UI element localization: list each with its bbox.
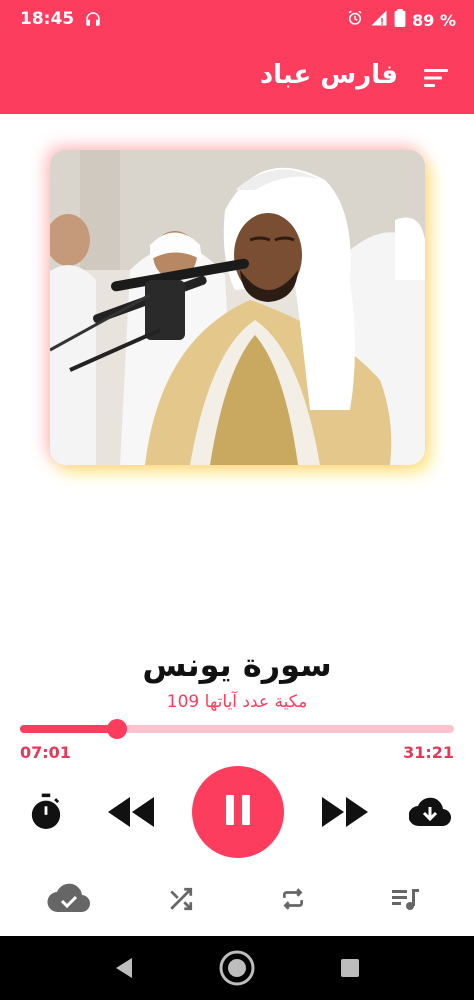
home-icon[interactable]: [219, 950, 255, 986]
cloud-download-icon[interactable]: [406, 790, 454, 834]
signal-icon: [370, 9, 388, 31]
seek-bar[interactable]: [20, 719, 454, 739]
system-nav-bar: [0, 936, 474, 1000]
battery-percent: 89 %: [412, 10, 456, 30]
queue-music-icon[interactable]: [388, 882, 424, 916]
recents-icon[interactable]: [338, 956, 362, 980]
track-subtitle: مكية عدد آياتها 109: [166, 692, 308, 712]
app-bar: فارس عباد: [0, 40, 474, 114]
shuffle-icon[interactable]: [164, 882, 198, 916]
page-title: فارس عباد: [259, 60, 398, 90]
seek-bar-thumb[interactable]: [107, 719, 128, 739]
status-time: 18:45: [20, 9, 75, 29]
headphones-icon: [84, 10, 102, 32]
seek-bar-fill: [20, 725, 118, 733]
cloud-done-icon[interactable]: [46, 880, 92, 916]
reciter-artwork: [50, 150, 425, 465]
fast-forward-icon[interactable]: [318, 790, 372, 834]
alarm-icon: [346, 9, 364, 31]
repeat-icon[interactable]: [276, 882, 310, 916]
pause-icon: [224, 795, 252, 829]
stopwatch-icon[interactable]: [24, 790, 68, 834]
total-time: 31:21: [403, 743, 454, 762]
battery-icon: [394, 9, 406, 31]
sort-menu-icon[interactable]: [424, 68, 450, 88]
pause-button[interactable]: [192, 766, 284, 858]
track-title: سورة يونس: [142, 646, 332, 684]
elapsed-time: 07:01: [20, 743, 71, 762]
status-bar: 18:45 89 %: [0, 0, 474, 40]
status-indicators: 89 %: [346, 9, 456, 31]
back-icon[interactable]: [110, 954, 138, 982]
rewind-icon[interactable]: [104, 790, 158, 834]
